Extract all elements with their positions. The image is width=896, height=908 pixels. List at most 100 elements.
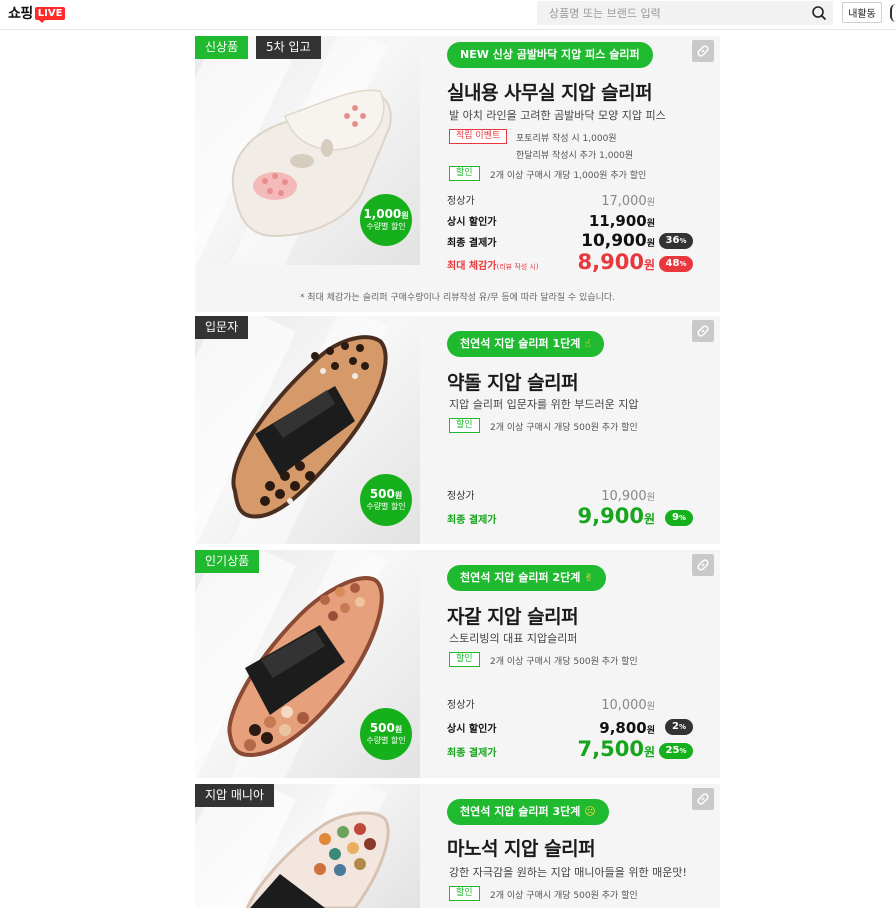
tag-restock: 5차 입고 [256,36,321,59]
price-value: 9,900원 [577,504,655,528]
product-image[interactable]: 입문자 500원 수량별 할인 [195,316,420,544]
discount-percent-badge: 2% [665,719,693,735]
search-icon[interactable] [811,5,827,21]
price-value: 10,900원 [601,489,655,504]
product-pill: 천연석 지압 슬리퍼 3단계 ☹ [447,799,609,825]
sad-emoji-icon: ☹ [584,805,596,818]
search-input[interactable] [537,1,807,25]
qty-sub: 수량별 할인 [366,222,406,231]
qty-amount: 500 [369,487,395,501]
price-row-regular: 정상가 10,900원 [447,484,697,504]
quantity-discount-badge: 500원 수량별 할인 [360,708,412,760]
price-value: 10,000원 [601,698,655,713]
shopping-live-logo[interactable]: 쇼핑 LIVE [8,3,66,23]
price-row-regular: 정상가 10,000원 [447,693,697,713]
product-card[interactable]: 입문자 500원 수량별 할인 천연석 지압 슬리퍼 1단계 ☝ 약돌 지압 슬… [195,316,720,544]
logo-text: 쇼핑 [8,6,33,22]
discount-tag: 할인 [449,652,480,667]
link-icon [697,793,709,805]
price-row-final: 최종 결제가 9,900원 9% [447,504,697,528]
footnote: * 최대 체감가는 슬리퍼 구매수량이나 리뷰작성 유/무 등에 따라 달라질 … [299,293,616,303]
peace-emoji-icon: ✌ [584,571,594,584]
tag-new: 신상품 [195,36,249,59]
price-label: 상시 할인가 [447,724,497,735]
share-link-button[interactable] [692,554,714,576]
tag-popular: 인기상품 [195,550,260,573]
product-image[interactable]: 인기상품 500원 수량별 할인 [195,550,420,778]
product-title[interactable]: 마노석 지압 슬리퍼 [447,834,596,861]
discount-note: 2개 이상 구매시 개당 500원 추가 할인 [490,891,638,901]
tag-mania: 지압 매니아 [195,784,275,807]
link-icon [697,559,709,571]
product-pill: 천연석 지압 슬리퍼 2단계 ✌ [447,565,607,591]
price-row-final: 최종 결제가 10,900원 36% [447,231,697,251]
share-link-button[interactable] [692,788,714,810]
my-activity-button[interactable]: 내활동 [842,2,882,23]
price-label: 상시 할인가 [447,217,497,228]
price-label: 최종 결제가 [447,515,497,526]
discount-percent-badge: 25% [659,743,693,759]
product-subtitle: 스토리빙의 대표 지압슬리퍼 [449,632,578,645]
price-row-regular: 정상가 17,000원 [447,189,697,209]
price-value: 11,900원 [588,212,655,230]
price-value: 7,500원 [577,737,655,761]
product-title[interactable]: 자갈 지압 슬리퍼 [447,602,579,629]
product-subtitle: 발 아치 라인을 고려한 곰발바닥 모양 지압 피스 [449,109,666,122]
qty-unit: 원 [401,211,409,220]
quantity-discount-badge: 500원 수량별 할인 [360,474,412,526]
price-label: 최종 결제가 [447,748,497,759]
product-card[interactable]: 신상품 5차 입고 1,000원 수량별 할인 NEW 신상 곰발바닥 지압 피… [195,36,720,312]
product-title[interactable]: 실내용 사무실 지압 슬리퍼 [447,78,653,105]
search-box [537,1,833,25]
product-card[interactable]: 인기상품 500원 수량별 할인 천연석 지압 슬리퍼 2단계 ✌ 자갈 지압 … [195,550,720,778]
price-value: 17,000원 [601,194,655,209]
link-icon [697,45,709,57]
product-image[interactable]: 지압 매니아 [195,784,420,908]
discount-percent-badge: 48% [659,256,693,272]
discount-percent-badge: 9% [665,510,693,526]
qty-amount: 500 [369,721,395,735]
price-row-final: 최종 결제가 7,500원 25% [447,737,697,761]
event-note: 포토리뷰 작성 시 1,000원 [516,134,617,144]
product-card[interactable]: 지압 매니아 천연석 지압 슬리퍼 3단계 ☹ 마노석 지압 슬리퍼 강한 자극… [195,784,720,908]
finger-emoji-icon: ☝ [584,337,591,350]
product-subtitle: 강한 자극감을 원하는 지압 매니아들을 위한 매운맛! [449,866,687,879]
discount-tag: 할인 [449,886,480,901]
product-title[interactable]: 약돌 지압 슬리퍼 [447,368,579,395]
link-icon [697,325,709,337]
price-row-sale: 상시 할인가 11,900원 [447,210,697,230]
price-label: 정상가 [447,491,475,502]
share-link-button[interactable] [692,320,714,342]
share-link-button[interactable] [692,40,714,62]
cut-off-icon [890,4,896,22]
product-pill: 천연석 지압 슬리퍼 1단계 ☝ [447,331,604,357]
price-label: 최종 결제가 [447,238,497,249]
product-pill: NEW 신상 곰발바닥 지압 피스 슬리퍼 [447,42,653,68]
price-value: 9,800원 [599,719,655,737]
event-tag: 적립 이벤트 [449,129,508,144]
qty-unit: 원 [394,725,403,734]
discount-note: 2개 이상 구매시 개당 1,000원 추가 할인 [490,171,647,181]
price-label: 정상가 [447,196,475,207]
discount-tag: 할인 [449,418,480,433]
tag-beginner: 입문자 [195,316,249,339]
price-row-max: 최대 체감가(리뷰 작성 시) 8,900원 48% [447,250,697,274]
qty-sub: 수량별 할인 [366,502,406,511]
qty-sub: 수량별 할인 [366,736,406,745]
discount-tag: 할인 [449,166,480,181]
product-image[interactable]: 신상품 5차 입고 1,000원 수량별 할인 [195,36,420,265]
quantity-discount-badge: 1,000원 수량별 할인 [360,194,412,246]
discount-note: 2개 이상 구매시 개당 500원 추가 할인 [490,657,638,667]
price-value: 10,900원 [581,231,655,251]
discount-note: 2개 이상 구매시 개당 500원 추가 할인 [490,423,638,433]
price-label: 최대 체감가(리뷰 작성 시) [447,261,539,272]
price-row-sale: 상시 할인가 9,800원 2% [447,717,697,737]
price-value: 8,900원 [577,250,655,274]
live-badge: LIVE [34,6,66,23]
qty-amount: 1,000 [363,207,402,221]
top-bar: 쇼핑 LIVE 내활동 [0,0,896,30]
qty-unit: 원 [394,491,403,500]
product-subtitle: 지압 슬리퍼 입문자를 위한 부드러운 지압 [449,398,639,411]
price-label: 정상가 [447,700,475,711]
discount-percent-badge: 36% [659,233,693,249]
